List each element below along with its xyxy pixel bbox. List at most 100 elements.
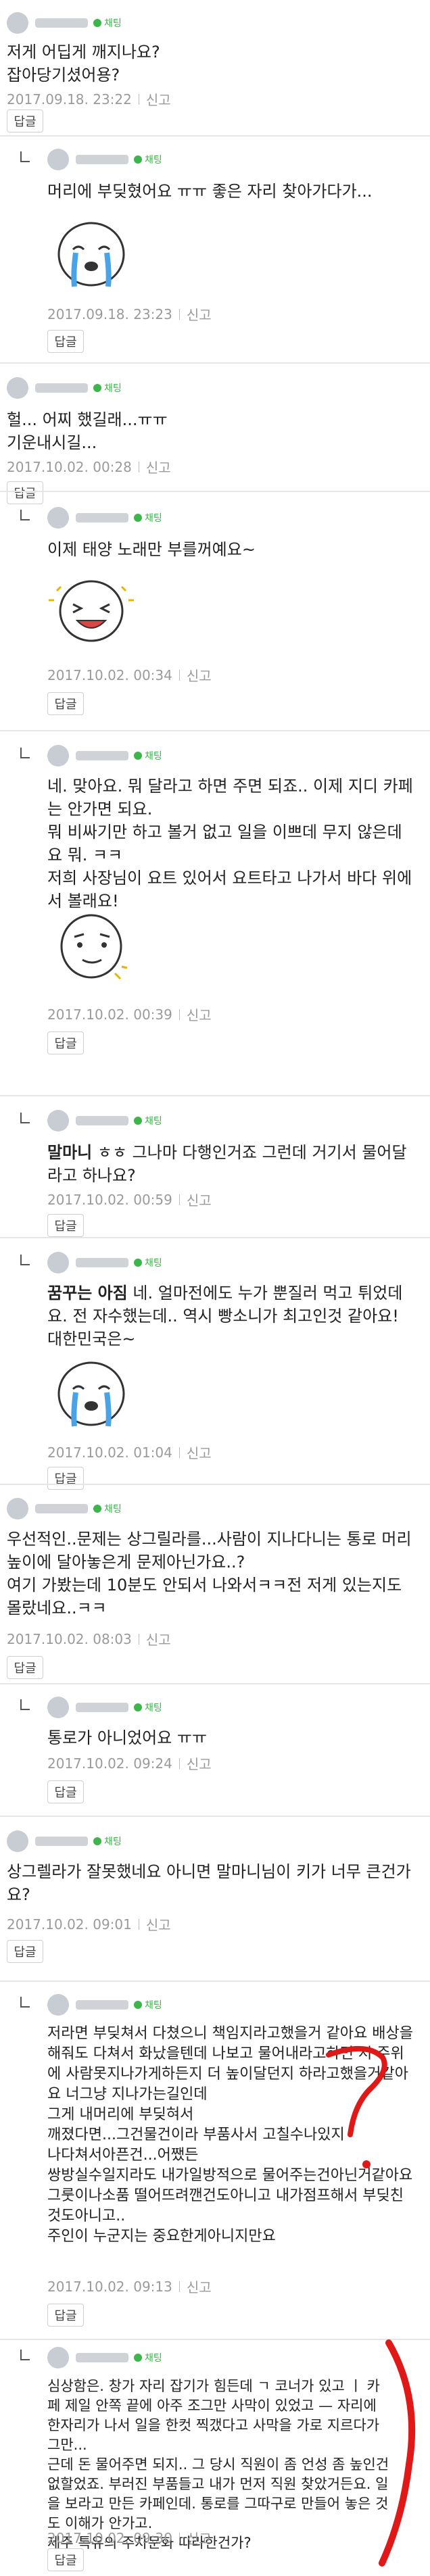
laughing-sticker-icon bbox=[49, 580, 134, 642]
nickname-blurred[interactable] bbox=[76, 1116, 128, 1125]
mention-name[interactable]: 꿈꾸는 아짐 bbox=[47, 1284, 128, 1303]
reply-button[interactable]: 답글 bbox=[47, 692, 84, 715]
reply-button[interactable]: 답글 bbox=[47, 330, 84, 353]
nickname-blurred[interactable] bbox=[76, 2353, 128, 2362]
reply-button[interactable]: 답글 bbox=[47, 1467, 84, 1490]
comment-header: 채팅 bbox=[47, 2346, 162, 2370]
comment-meta: 2017.10.02. 09:01 신고 bbox=[7, 1914, 171, 1934]
comment-header: 채팅 bbox=[47, 744, 162, 768]
chat-badge-label: 채팅 bbox=[104, 18, 122, 29]
nickname-blurred[interactable] bbox=[35, 1837, 88, 1846]
nickname-blurred[interactable] bbox=[76, 751, 128, 760]
chat-badge[interactable]: 채팅 bbox=[93, 16, 122, 30]
comment-text: 통로가 아니었어요 ㅠㅠ bbox=[47, 1728, 208, 1747]
avatar[interactable] bbox=[47, 745, 69, 767]
comment-item: 채팅 네. 맞아요. 뭐 달라고 하면 주면 되죠.. 이제 지디 카페는 안가… bbox=[20, 744, 430, 1061]
divider bbox=[178, 308, 180, 320]
mention-name[interactable]: 말마니 bbox=[47, 1143, 92, 1162]
comment-date: 2017.10.02. 09:01 bbox=[7, 1916, 132, 1933]
comment-item: 채팅 저게 어딥게 깨지나요? 잡아당기셨어용? 2017.09.18. 23:… bbox=[0, 11, 430, 132]
chat-badge[interactable]: 채팅 bbox=[134, 749, 162, 762]
divider bbox=[0, 1683, 430, 1684]
nickname-blurred[interactable] bbox=[35, 18, 88, 28]
divider bbox=[0, 2339, 430, 2340]
comment-item: 채팅 저라면 부딪쳐서 다쳤으니 책임지라고했을거 같아요 배상을 해줘도 다쳐… bbox=[20, 1993, 430, 2331]
report-link[interactable]: 신고 bbox=[187, 2277, 212, 2296]
comment-meta: 2017.10.02. 09:30 신고 bbox=[47, 2528, 212, 2548]
avatar[interactable] bbox=[7, 1830, 28, 1852]
chat-icon bbox=[134, 155, 142, 164]
chat-badge-label: 채팅 bbox=[145, 1116, 162, 1127]
reply-button[interactable]: 답글 bbox=[47, 2548, 84, 2571]
nickname-blurred[interactable] bbox=[76, 1703, 128, 1712]
report-link[interactable]: 신고 bbox=[146, 457, 171, 477]
reply-button[interactable]: 답글 bbox=[7, 1656, 43, 1679]
divider bbox=[178, 1447, 180, 1458]
avatar[interactable] bbox=[47, 149, 69, 170]
chat-badge[interactable]: 채팅 bbox=[134, 2351, 162, 2364]
reply-button[interactable]: 답글 bbox=[47, 1214, 84, 1237]
chat-icon bbox=[93, 19, 101, 27]
chat-icon bbox=[134, 1259, 142, 1267]
chat-icon bbox=[134, 1117, 142, 1125]
chat-badge[interactable]: 채팅 bbox=[134, 1256, 162, 1269]
reply-button[interactable]: 답글 bbox=[7, 110, 43, 132]
comment-text: 말마니 ㅎㅎ 그나마 다행인거죠 그런데 거기서 물어달라고 하나요? bbox=[47, 1141, 416, 1187]
reply-arrow-icon bbox=[20, 1997, 30, 2008]
report-link[interactable]: 신고 bbox=[146, 89, 171, 109]
report-link[interactable]: 신고 bbox=[187, 1190, 212, 1209]
chat-badge-label: 채팅 bbox=[145, 513, 162, 524]
chat-badge[interactable]: 채팅 bbox=[93, 381, 122, 395]
nickname-blurred[interactable] bbox=[35, 383, 88, 393]
report-link[interactable]: 신고 bbox=[187, 304, 212, 324]
avatar[interactable] bbox=[7, 12, 28, 34]
comment-list: 채팅 저게 어딥게 깨지나요? 잡아당기셨어용? 2017.09.18. 23:… bbox=[0, 0, 430, 2576]
nickname-blurred[interactable] bbox=[35, 1504, 88, 1513]
chat-badge[interactable]: 채팅 bbox=[134, 511, 162, 525]
chat-badge[interactable]: 채팅 bbox=[93, 1502, 122, 1515]
comment-text: 상그렐라가 잘못했네요 아니면 말마니님이 키가 너무 큰건가요? bbox=[7, 1862, 411, 1904]
comment-meta: 2017.09.18. 23:23 신고 bbox=[47, 304, 212, 324]
report-link[interactable]: 신고 bbox=[146, 1629, 171, 1649]
nickname-blurred[interactable] bbox=[76, 155, 128, 164]
avatar[interactable] bbox=[47, 1110, 69, 1132]
avatar[interactable] bbox=[47, 507, 69, 529]
report-link[interactable]: 신고 bbox=[146, 1914, 171, 1934]
nickname-blurred[interactable] bbox=[76, 1258, 128, 1267]
comment-date: 2017.10.02. 00:34 bbox=[47, 666, 172, 683]
reply-button[interactable]: 답글 bbox=[47, 2304, 84, 2327]
avatar[interactable] bbox=[47, 1252, 69, 1273]
comment-header: 채팅 bbox=[7, 11, 122, 35]
chat-badge[interactable]: 채팅 bbox=[134, 1998, 162, 2012]
chat-badge[interactable]: 채팅 bbox=[134, 1114, 162, 1127]
avatar[interactable] bbox=[7, 377, 28, 399]
chat-badge[interactable]: 채팅 bbox=[134, 1701, 162, 1714]
nickname-blurred[interactable] bbox=[76, 2000, 128, 2010]
comment-date: 2017.09.18. 23:22 bbox=[7, 91, 132, 107]
avatar[interactable] bbox=[47, 1697, 69, 1718]
comment-text: 네. 맞아요. 뭐 달라고 하면 주면 되죠.. 이제 지디 카페는 안가면 되… bbox=[47, 777, 413, 910]
comment-header: 채팅 bbox=[47, 1250, 162, 1275]
report-link[interactable]: 신고 bbox=[187, 1753, 212, 1773]
report-link[interactable]: 신고 bbox=[187, 2528, 212, 2548]
comment-meta: 2017.10.02. 08:03 신고 bbox=[7, 1629, 171, 1649]
divider bbox=[178, 669, 180, 681]
report-link[interactable]: 신고 bbox=[187, 665, 212, 685]
report-link[interactable]: 신고 bbox=[187, 1004, 212, 1024]
reply-button[interactable]: 답글 bbox=[47, 1780, 84, 1803]
divider bbox=[178, 2532, 180, 2544]
report-link[interactable]: 신고 bbox=[187, 1442, 212, 1462]
avatar[interactable] bbox=[7, 1498, 28, 1520]
nickname-blurred[interactable] bbox=[76, 513, 128, 523]
reply-button[interactable]: 답글 bbox=[7, 481, 43, 504]
comment-date: 2017.10.02. 09:24 bbox=[47, 1755, 172, 1772]
divider bbox=[0, 730, 430, 731]
reply-button[interactable]: 답글 bbox=[7, 1940, 43, 1963]
chat-badge[interactable]: 채팅 bbox=[134, 153, 162, 166]
chat-badge[interactable]: 채팅 bbox=[93, 1834, 122, 1848]
comment-item: 채팅 심상함은. 창가 자리 잡기가 힘든데 ㄱ 코너가 있고 ㅣ 카페 제일 … bbox=[20, 2346, 430, 2571]
reply-button[interactable]: 답글 bbox=[47, 1031, 84, 1054]
avatar[interactable] bbox=[47, 1994, 69, 2016]
avatar[interactable] bbox=[47, 2347, 69, 2368]
chat-badge-label: 채팅 bbox=[145, 155, 162, 166]
